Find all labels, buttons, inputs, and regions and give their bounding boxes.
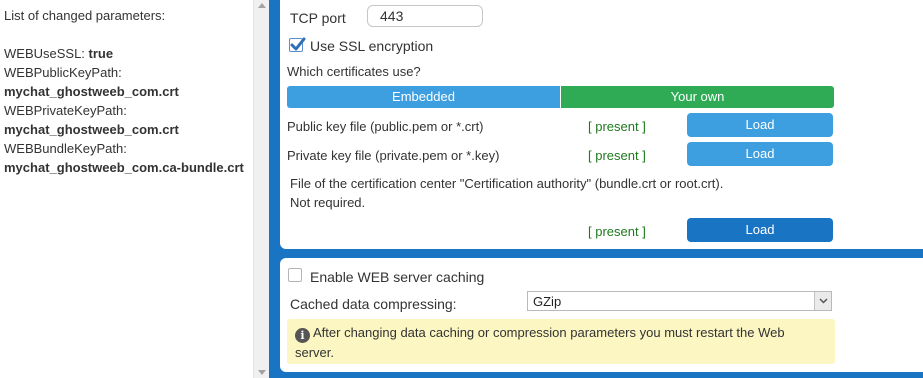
param-name: WEBPublicKeyPath: bbox=[4, 65, 122, 80]
param-value: mychat_ghostweeb_com.crt bbox=[4, 84, 179, 99]
checkmark-icon bbox=[290, 37, 306, 51]
param-value: mychat_ghostweeb_com.ca-bundle.crt bbox=[4, 160, 244, 175]
compression-select[interactable]: GZip bbox=[527, 291, 832, 311]
compression-select-value: GZip bbox=[533, 294, 562, 309]
changed-parameters-header: List of changed parameters: bbox=[4, 8, 166, 23]
info-icon: i bbox=[295, 328, 310, 343]
use-ssl-checkbox[interactable] bbox=[289, 37, 306, 52]
chevron-down-icon[interactable] bbox=[814, 292, 831, 310]
scroll-down-icon[interactable] bbox=[258, 370, 266, 375]
tcp-port-label: TCP port bbox=[290, 10, 346, 26]
which-certificates-label: Which certificates use? bbox=[287, 64, 421, 79]
restart-notice-text: After changing data caching or compressi… bbox=[295, 325, 785, 360]
segment-your-own[interactable]: Your own bbox=[561, 86, 834, 108]
ca-file-status: [ present ] bbox=[588, 224, 646, 239]
param-name: WEBUseSSL: bbox=[4, 46, 85, 61]
param-value: mychat_ghostweeb_com.crt bbox=[4, 122, 179, 137]
private-key-label: Private key file (private.pem or *.key) bbox=[287, 148, 500, 163]
settings-area: TCP port 443 Use SSL encryption Which ce… bbox=[269, 0, 923, 378]
private-key-status: [ present ] bbox=[588, 148, 646, 163]
use-ssl-label: Use SSL encryption bbox=[310, 38, 434, 54]
ssl-settings-card: TCP port 443 Use SSL encryption Which ce… bbox=[280, 0, 923, 249]
load-private-key-button[interactable]: Load bbox=[687, 142, 833, 166]
scroll-up-icon[interactable] bbox=[258, 3, 266, 8]
param-name: WEBBundleKeyPath: bbox=[4, 141, 127, 156]
param-name: WEBPrivateKeyPath: bbox=[4, 103, 127, 118]
restart-notice: i After changing data caching or compress… bbox=[287, 319, 835, 364]
compression-label: Cached data compressing: bbox=[290, 296, 457, 312]
vertical-scrollbar[interactable] bbox=[253, 0, 269, 378]
load-public-key-button[interactable]: Load bbox=[687, 113, 833, 137]
enable-caching-checkbox[interactable] bbox=[288, 268, 302, 282]
ca-not-required-label: Not required. bbox=[290, 195, 366, 210]
param-webusessl: WEBUseSSL: true bbox=[4, 44, 253, 63]
changed-parameters-panel: List of changed parameters: WEBUseSSL: t… bbox=[0, 0, 253, 378]
param-value: true bbox=[88, 46, 114, 61]
segment-embedded[interactable]: Embedded bbox=[287, 86, 560, 108]
cache-settings-card: Enable WEB server caching Cached data co… bbox=[280, 258, 923, 372]
enable-caching-label: Enable WEB server caching bbox=[310, 269, 485, 285]
load-ca-file-button[interactable]: Load bbox=[687, 218, 833, 242]
tcp-port-input[interactable]: 443 bbox=[367, 5, 483, 27]
ca-file-label: File of the certification center "Certif… bbox=[290, 176, 724, 191]
public-key-label: Public key file (public.pem or *.crt) bbox=[287, 119, 484, 134]
public-key-status: [ present ] bbox=[588, 119, 646, 134]
